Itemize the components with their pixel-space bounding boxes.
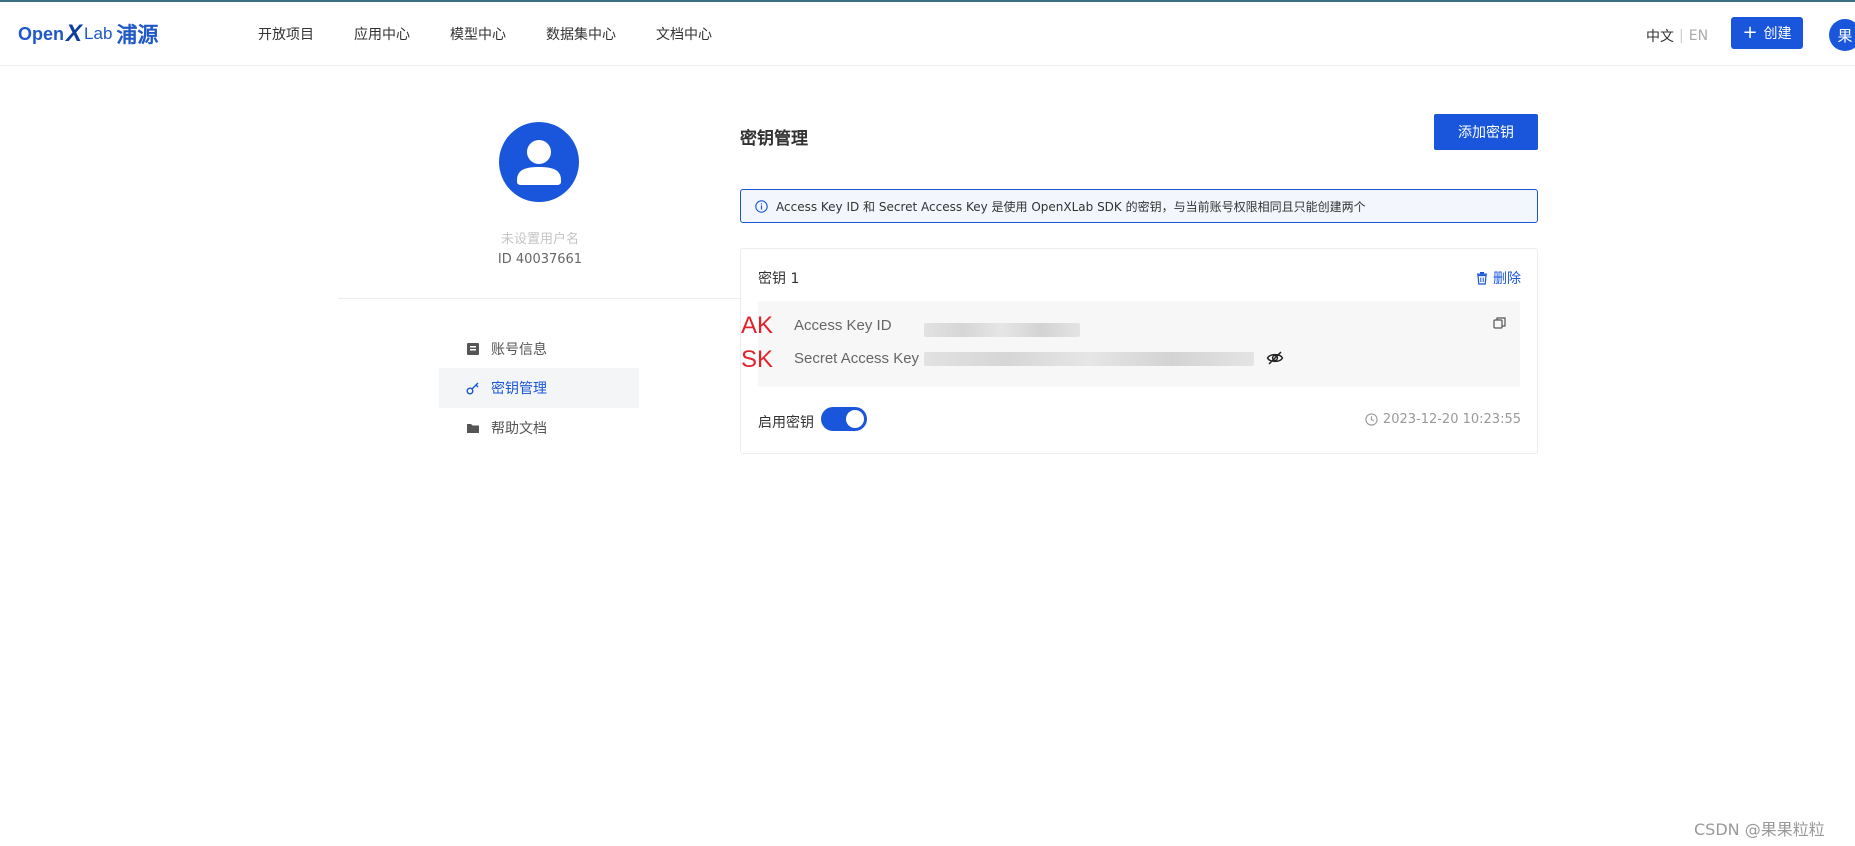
language-switch: 中文 | EN xyxy=(1646,26,1708,46)
profile-divider xyxy=(338,298,742,299)
profile-username: 未设置用户名 xyxy=(500,232,579,247)
profile-user-id: ID 40037661 xyxy=(497,252,583,267)
logo-x-text: X xyxy=(66,20,83,47)
add-key-button[interactable]: 添加密钥 xyxy=(1434,114,1538,150)
profile-avatar xyxy=(499,122,579,202)
sidebar-item-key-management[interactable]: 密钥管理 xyxy=(439,368,639,408)
lang-en[interactable]: EN xyxy=(1689,28,1708,44)
top-header: Open X Lab 浦源 开放项目 应用中心 模型中心 数据集中心 文档中心 … xyxy=(0,2,1855,66)
secret-access-key-label: Secret Access Key xyxy=(794,350,920,367)
eye-hidden-icon[interactable] xyxy=(1266,349,1284,367)
logo-lab-text: Lab xyxy=(84,24,113,43)
info-alert: Access Key ID 和 Secret Access Key 是使用 Op… xyxy=(740,189,1538,223)
create-button-label: 创建 xyxy=(1763,26,1792,42)
nav-docs-center[interactable]: 文档中心 xyxy=(656,24,712,44)
key-icon xyxy=(465,380,481,396)
access-key-id-value-redacted xyxy=(924,323,1080,337)
toggle-knob xyxy=(846,410,864,428)
key-card-title: 密钥 1 xyxy=(758,271,800,287)
key-values-panel: AK SK Access Key ID Secret Access Key xyxy=(741,301,1520,387)
folder-icon xyxy=(465,420,481,436)
secret-access-key-value-redacted xyxy=(924,352,1254,366)
nav-dataset-center[interactable]: 数据集中心 xyxy=(546,24,616,44)
ak-annotation: AK xyxy=(741,312,774,339)
logo-cn-text: 浦源 xyxy=(116,23,159,47)
openxlab-logo[interactable]: Open X Lab 浦源 xyxy=(18,20,158,48)
user-silhouette-icon xyxy=(517,140,561,185)
user-avatar[interactable]: 果 xyxy=(1829,19,1855,51)
account-book-icon xyxy=(465,341,481,357)
access-key-id-label: Access Key ID xyxy=(794,317,892,334)
logo-open-text: Open xyxy=(18,23,65,44)
copy-icon[interactable] xyxy=(1492,315,1508,331)
info-alert-text: Access Key ID 和 Secret Access Key 是使用 Op… xyxy=(776,199,1366,214)
sidebar-item-label: 密钥管理 xyxy=(491,381,547,397)
key-card: 密钥 1 删除 AK SK Access Key ID Secret Acces… xyxy=(740,248,1538,454)
plus-icon: + xyxy=(1742,22,1758,43)
enable-key-toggle[interactable] xyxy=(821,407,867,431)
nav-model-center[interactable]: 模型中心 xyxy=(450,24,506,44)
trash-icon xyxy=(1475,271,1489,285)
key-created-time: 2023-12-20 10:23:55 xyxy=(1365,412,1521,427)
clock-icon xyxy=(1365,413,1378,426)
delete-key-label: 删除 xyxy=(1493,271,1521,287)
sidebar-item-label: 账号信息 xyxy=(491,342,547,358)
timestamp-text: 2023-12-20 10:23:55 xyxy=(1382,412,1521,427)
delete-key-button[interactable]: 删除 xyxy=(1475,268,1521,288)
create-button[interactable]: + 创建 xyxy=(1731,17,1803,49)
sk-annotation: SK xyxy=(741,346,774,373)
nav-open-projects[interactable]: 开放项目 xyxy=(258,24,314,44)
nav-app-center[interactable]: 应用中心 xyxy=(354,24,410,44)
sidebar-item-label: 帮助文档 xyxy=(491,421,547,437)
main-nav: 开放项目 应用中心 模型中心 数据集中心 文档中心 xyxy=(258,2,752,66)
lang-zh[interactable]: 中文 xyxy=(1646,26,1674,46)
lang-separator: | xyxy=(1679,28,1684,44)
info-circle-icon xyxy=(755,199,768,213)
watermark: CSDN @果果粒粒 xyxy=(1694,820,1825,839)
sidebar-item-help-docs[interactable]: 帮助文档 xyxy=(439,408,639,448)
enable-key-label: 启用密钥 xyxy=(758,415,814,431)
page-title: 密钥管理 xyxy=(740,129,808,149)
sidebar-item-account-info[interactable]: 账号信息 xyxy=(439,329,639,369)
